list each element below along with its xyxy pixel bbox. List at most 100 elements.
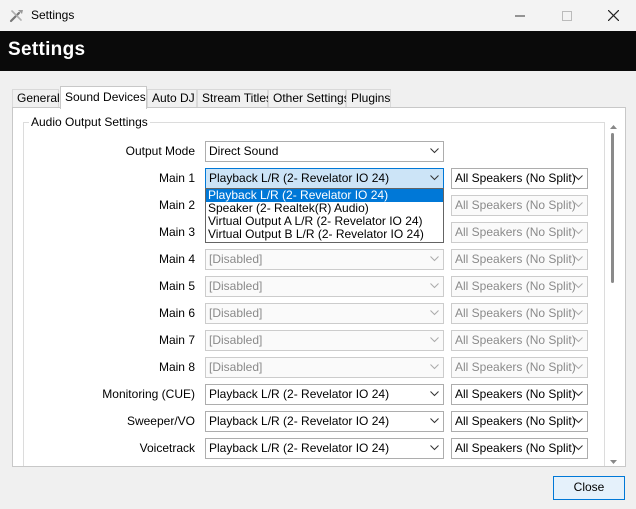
main-1-speakers-value: All Speakers (No Split) bbox=[455, 171, 576, 185]
chevron-down-icon bbox=[574, 283, 583, 289]
chevron-down-icon bbox=[430, 337, 439, 343]
main-6-speakers-value: All Speakers (No Split) bbox=[455, 306, 576, 320]
page-title: Settings bbox=[8, 39, 86, 60]
chevron-down-icon bbox=[430, 148, 439, 154]
output-mode-select[interactable]: Direct Sound bbox=[205, 141, 444, 162]
label-main-3: Main 3 bbox=[158, 225, 195, 239]
label-voicetrack: Voicetrack bbox=[139, 441, 195, 455]
voicetrack-speakers-select[interactable]: All Speakers (No Split) bbox=[451, 438, 588, 459]
chevron-down-icon bbox=[430, 283, 439, 289]
voicetrack-speakers-value: All Speakers (No Split) bbox=[455, 441, 576, 455]
chevron-down-icon bbox=[430, 391, 439, 397]
chevron-down-icon bbox=[574, 256, 583, 262]
main-3-speakers-select[interactable]: All Speakers (No Split) bbox=[451, 222, 588, 243]
settings-wrench-icon bbox=[9, 10, 23, 23]
tab-sound-devices[interactable]: Sound Devices bbox=[60, 86, 147, 109]
monitoring-cue-speakers-select[interactable]: All Speakers (No Split) bbox=[451, 384, 588, 405]
main-7-speakers-value: All Speakers (No Split) bbox=[455, 333, 576, 347]
main-3-speakers-value: All Speakers (No Split) bbox=[455, 225, 576, 239]
tab-auto-dj[interactable]: Auto DJ bbox=[147, 89, 197, 108]
dropdown-option[interactable]: Virtual Output B L/R (2- Revelator IO 24… bbox=[206, 228, 443, 241]
label-main-1: Main 1 bbox=[158, 171, 195, 185]
main-2-speakers-select[interactable]: All Speakers (No Split) bbox=[451, 195, 588, 216]
scroll-up-icon[interactable] bbox=[609, 123, 618, 131]
main-5-speakers-select[interactable]: All Speakers (No Split) bbox=[451, 276, 588, 297]
label-main-8: Main 8 bbox=[158, 360, 195, 374]
close-icon bbox=[607, 10, 619, 21]
chevron-down-icon bbox=[574, 310, 583, 316]
chevron-down-icon bbox=[574, 391, 583, 397]
monitoring-cue-speakers-value: All Speakers (No Split) bbox=[455, 387, 576, 401]
main-1-device-dropdown-list: Playback L/R (2- Revelator IO 24) Speake… bbox=[205, 188, 444, 243]
main-5-device-value: [Disabled] bbox=[209, 279, 263, 293]
chevron-down-icon bbox=[430, 418, 439, 424]
main-5-speakers-value: All Speakers (No Split) bbox=[455, 279, 576, 293]
chevron-down-icon bbox=[430, 175, 439, 181]
voicetrack-device-select[interactable]: Playback L/R (2- Revelator IO 24) bbox=[205, 438, 444, 459]
main-1-device-value: Playback L/R (2- Revelator IO 24) bbox=[209, 171, 390, 185]
main-1-device-select[interactable]: Playback L/R (2- Revelator IO 24) bbox=[205, 168, 444, 189]
tab-stream-titles[interactable]: Stream Titles bbox=[197, 89, 272, 108]
label-main-7: Main 7 bbox=[158, 333, 195, 347]
main-4-speakers-select[interactable]: All Speakers (No Split) bbox=[451, 249, 588, 270]
group-title: Audio Output Settings bbox=[29, 115, 150, 129]
monitoring-cue-device-select[interactable]: Playback L/R (2- Revelator IO 24) bbox=[205, 384, 444, 405]
main-5-device-select[interactable]: [Disabled] bbox=[205, 276, 444, 297]
chevron-down-icon bbox=[574, 202, 583, 208]
voicetrack-device-value: Playback L/R (2- Revelator IO 24) bbox=[209, 441, 390, 455]
close-window-button[interactable] bbox=[590, 0, 636, 31]
main-8-speakers-value: All Speakers (No Split) bbox=[455, 360, 576, 374]
chevron-down-icon bbox=[430, 310, 439, 316]
main-2-speakers-value: All Speakers (No Split) bbox=[455, 198, 576, 212]
chevron-down-icon bbox=[430, 445, 439, 451]
chevron-down-icon bbox=[574, 418, 583, 424]
tab-general[interactable]: General bbox=[12, 89, 60, 108]
main-8-speakers-select[interactable]: All Speakers (No Split) bbox=[451, 357, 588, 378]
maximize-icon bbox=[562, 10, 572, 21]
tab-other-settings[interactable]: Other Settings bbox=[268, 89, 350, 108]
header-banner: Settings bbox=[0, 31, 636, 71]
tab-plugins[interactable]: Plugins bbox=[346, 89, 391, 108]
main-7-device-select[interactable]: [Disabled] bbox=[205, 330, 444, 351]
label-main-5: Main 5 bbox=[158, 279, 195, 293]
main-6-device-value: [Disabled] bbox=[209, 306, 263, 320]
minimize-button[interactable] bbox=[497, 0, 543, 31]
label-main-6: Main 6 bbox=[158, 306, 195, 320]
main-1-speakers-select[interactable]: All Speakers (No Split) bbox=[451, 168, 588, 189]
label-monitoring-cue: Monitoring (CUE) bbox=[102, 387, 195, 401]
vertical-scrollbar[interactable] bbox=[609, 123, 618, 466]
main-4-device-value: [Disabled] bbox=[209, 252, 263, 266]
main-8-device-select[interactable]: [Disabled] bbox=[205, 357, 444, 378]
label-sweeper-vo: Sweeper/VO bbox=[126, 414, 195, 428]
scrollbar-thumb[interactable] bbox=[611, 133, 614, 283]
main-6-device-select[interactable]: [Disabled] bbox=[205, 303, 444, 324]
chevron-down-icon bbox=[430, 256, 439, 262]
close-button[interactable]: Close bbox=[553, 476, 625, 500]
chevron-down-icon bbox=[430, 364, 439, 370]
main-8-device-value: [Disabled] bbox=[209, 360, 263, 374]
sweeper-vo-speakers-value: All Speakers (No Split) bbox=[455, 414, 576, 428]
sweeper-vo-speakers-select[interactable]: All Speakers (No Split) bbox=[451, 411, 588, 432]
main-4-speakers-value: All Speakers (No Split) bbox=[455, 252, 576, 266]
scroll-down-icon[interactable] bbox=[609, 458, 618, 466]
label-main-2: Main 2 bbox=[158, 198, 195, 212]
label-output-mode: Output Mode bbox=[125, 144, 195, 158]
chevron-down-icon bbox=[574, 229, 583, 235]
chevron-down-icon bbox=[574, 175, 583, 181]
main-4-device-select[interactable]: [Disabled] bbox=[205, 249, 444, 270]
chevron-down-icon bbox=[574, 337, 583, 343]
chevron-down-icon bbox=[574, 364, 583, 370]
main-7-device-value: [Disabled] bbox=[209, 333, 263, 347]
label-main-4: Main 4 bbox=[158, 252, 195, 266]
sweeper-vo-device-value: Playback L/R (2- Revelator IO 24) bbox=[209, 414, 390, 428]
monitoring-cue-device-value: Playback L/R (2- Revelator IO 24) bbox=[209, 387, 390, 401]
title-bar: Settings bbox=[0, 0, 636, 31]
chevron-down-icon bbox=[574, 445, 583, 451]
main-6-speakers-select[interactable]: All Speakers (No Split) bbox=[451, 303, 588, 324]
sweeper-vo-device-select[interactable]: Playback L/R (2- Revelator IO 24) bbox=[205, 411, 444, 432]
output-mode-value: Direct Sound bbox=[209, 144, 279, 158]
window-title: Settings bbox=[31, 8, 75, 22]
minimize-icon bbox=[515, 15, 525, 16]
main-7-speakers-select[interactable]: All Speakers (No Split) bbox=[451, 330, 588, 351]
maximize-button[interactable] bbox=[544, 0, 590, 31]
